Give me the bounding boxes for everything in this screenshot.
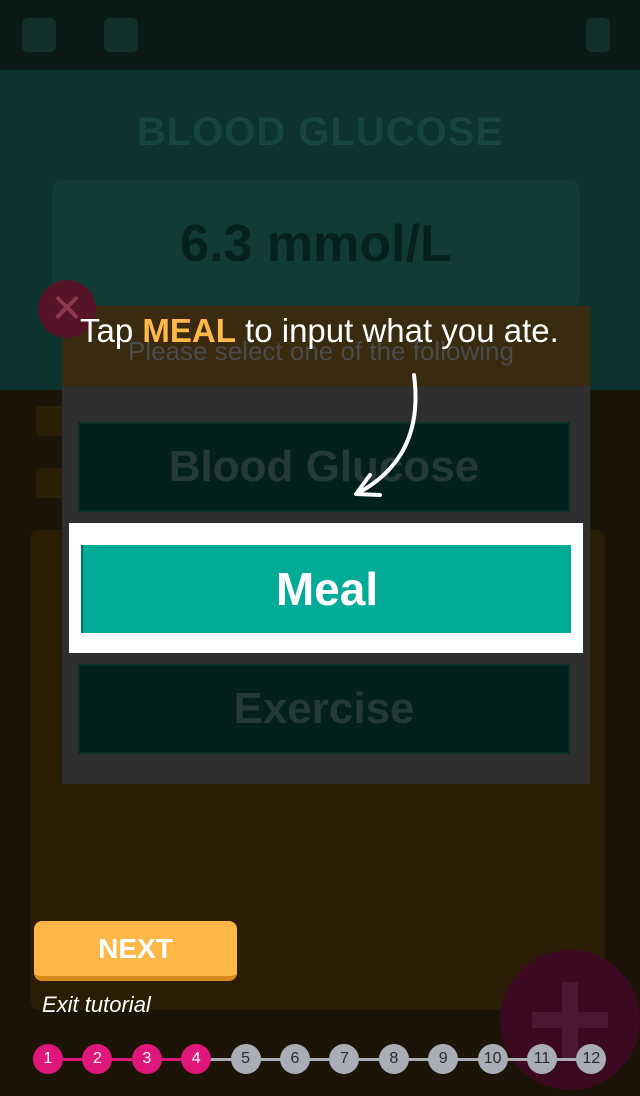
tutorial-tip: Tap MEAL to input what you ate. [80,312,560,349]
step-indicator-2: 2 [82,1044,113,1074]
step-indicator-4: 4 [181,1044,212,1074]
glucose-reading: 6.3 mmol/L [180,215,452,273]
tip-highlight: MEAL [142,312,236,349]
next-button[interactable]: NEXT [34,921,237,981]
progress-fill [49,1058,198,1061]
step-indicator-12: 12 [576,1044,607,1074]
menu-icon [22,18,56,52]
step-indicator-7: 7 [329,1044,360,1074]
section-title: BLOOD GLUCOSE [136,110,504,154]
blood-glucose-option[interactable]: Blood Glucose [78,422,570,512]
step-indicator-1: 1 [33,1044,63,1074]
step-indicator-9: 9 [428,1044,459,1074]
glucose-reading-box: 6.3 mmol/L [52,180,580,308]
step-indicator-10: 10 [477,1044,508,1074]
calendar-icon [104,18,138,52]
more-icon [586,18,610,52]
exit-tutorial-link[interactable]: Exit tutorial [42,992,151,1018]
step-indicator-5: 5 [230,1044,261,1074]
close-icon: ✕ [50,287,84,331]
meal-spotlight: Meal [69,523,583,653]
tutorial-progress: 1 2 3 4 5 6 7 8 9 10 11 12 [33,1044,608,1074]
step-indicator-8: 8 [378,1044,409,1074]
exercise-option[interactable]: Exercise [78,664,570,754]
tip-prefix: Tap [80,312,143,349]
top-bar [0,0,640,70]
step-indicator-6: 6 [280,1044,310,1074]
step-indicator-3: 3 [131,1044,162,1074]
pointer-arrow-icon [354,373,418,497]
step-indicator-11: 11 [527,1044,557,1074]
tip-suffix: to input what you ate. [235,312,559,349]
meal-option[interactable]: Meal [81,545,571,633]
